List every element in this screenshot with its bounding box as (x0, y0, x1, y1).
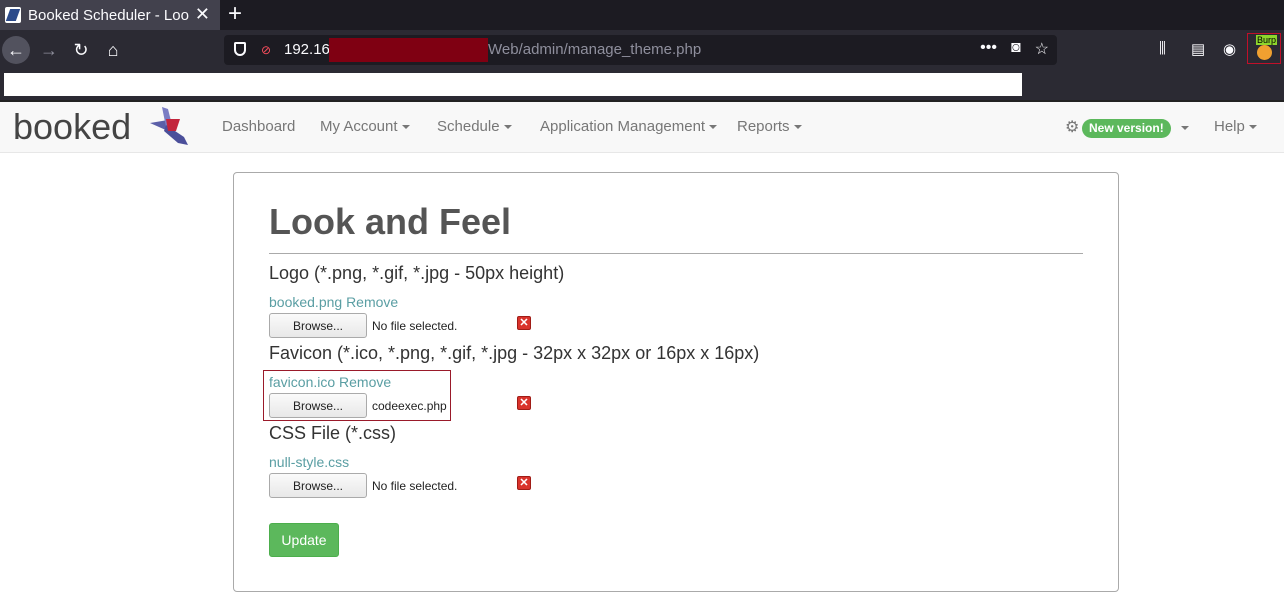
insecure-lock-icon[interactable]: ⊘ (261, 43, 273, 57)
booked-logo-icon[interactable] (148, 105, 192, 149)
favicon-section-label: Favicon (*.ico, *.png, *.gif, *.jpg - 32… (269, 343, 760, 363)
caret-down-icon (793, 125, 802, 130)
css-section-label: CSS File (*.css) (269, 423, 397, 443)
burp-extension-button[interactable]: Burp (1247, 33, 1281, 64)
account-icon[interactable]: ◉ (1223, 40, 1236, 58)
logo-file-link[interactable]: booked.png Remove (269, 294, 398, 310)
browser-tab-bar: Booked Scheduler - Look ✕ + (0, 0, 1284, 30)
more-actions-icon[interactable]: ••• (980, 39, 997, 59)
caret-down-icon[interactable] (1181, 126, 1189, 130)
reload-icon[interactable]: ↻ (67, 36, 95, 64)
bookmark-star-icon[interactable]: ☆ (1035, 39, 1049, 59)
update-button[interactable]: Update (269, 523, 339, 557)
tab-title: Booked Scheduler - Look (28, 6, 190, 24)
forward-icon[interactable]: → (35, 36, 63, 64)
logo-clear-icon[interactable]: ✕ (517, 316, 531, 330)
nav-my-account[interactable]: My Account (320, 118, 410, 135)
caret-down-icon (1248, 125, 1257, 130)
nav-help[interactable]: Help (1214, 118, 1257, 135)
browser-tab[interactable]: Booked Scheduler - Look ✕ (0, 0, 220, 30)
css-browse-button[interactable]: Browse... (269, 473, 367, 498)
divider (269, 253, 1083, 254)
site-logo[interactable]: booked (13, 106, 131, 148)
burp-icon (1257, 45, 1272, 60)
css-clear-icon[interactable]: ✕ (517, 476, 531, 490)
nav-application-management[interactable]: Application Management (540, 118, 718, 135)
sidebar-icon[interactable]: ▤ (1191, 40, 1205, 58)
nav-schedule[interactable]: Schedule (437, 118, 512, 135)
css-file-status: No file selected. (372, 479, 458, 493)
page-title: Look and Feel (269, 201, 512, 242)
close-tab-icon[interactable]: ✕ (195, 4, 210, 25)
library-icon[interactable]: ⫼ (1159, 40, 1166, 57)
logo-section-label: Logo (*.png, *.gif, *.jpg - 50px height) (269, 263, 565, 283)
nav-schedule-label: Schedule (437, 118, 500, 135)
redaction-block (329, 38, 488, 62)
back-icon[interactable]: ← (2, 36, 30, 64)
url-host: 192.16 (284, 41, 330, 58)
bookmarks-bar (0, 70, 1284, 100)
nav-app-management-label: Application Management (540, 118, 706, 135)
favicon-browse-button[interactable]: Browse... (269, 393, 367, 418)
site-favicon-icon (5, 7, 21, 23)
logo-browse-button[interactable]: Browse... (269, 313, 367, 338)
nav-reports-label: Reports (737, 118, 790, 135)
pocket-icon[interactable]: ◙ (1011, 39, 1021, 59)
gear-icon[interactable]: ⚙ (1065, 117, 1079, 137)
nav-dashboard[interactable]: Dashboard (222, 118, 295, 135)
new-tab-icon[interactable]: + (228, 1, 242, 27)
url-actions: ••• ◙ ☆ (980, 39, 1049, 59)
new-version-badge[interactable]: New version! (1082, 119, 1171, 138)
caret-down-icon (709, 125, 718, 130)
favicon-file-link[interactable]: favicon.ico Remove (269, 374, 391, 390)
url-path: Web/admin/manage_theme.php (488, 41, 702, 58)
css-file-link[interactable]: null-style.css (269, 454, 349, 470)
home-icon[interactable]: ⌂ (99, 36, 127, 64)
favicon-file-status: codeexec.php (372, 399, 447, 413)
url-bar[interactable]: ⊘ 192.16 Web/admin/manage_theme.php ••• … (224, 35, 1057, 65)
redaction-block (4, 73, 1022, 96)
caret-down-icon (503, 125, 512, 130)
favicon-clear-icon[interactable]: ✕ (517, 396, 531, 410)
site-navbar: booked Dashboard My Account Schedule App… (0, 100, 1284, 153)
logo-file-status: No file selected. (372, 319, 458, 333)
nav-help-label: Help (1214, 118, 1245, 135)
nav-reports[interactable]: Reports (737, 118, 802, 135)
burp-label: Burp (1256, 35, 1278, 45)
shield-icon[interactable] (234, 42, 246, 56)
caret-down-icon (401, 125, 410, 130)
nav-my-account-label: My Account (320, 118, 398, 135)
